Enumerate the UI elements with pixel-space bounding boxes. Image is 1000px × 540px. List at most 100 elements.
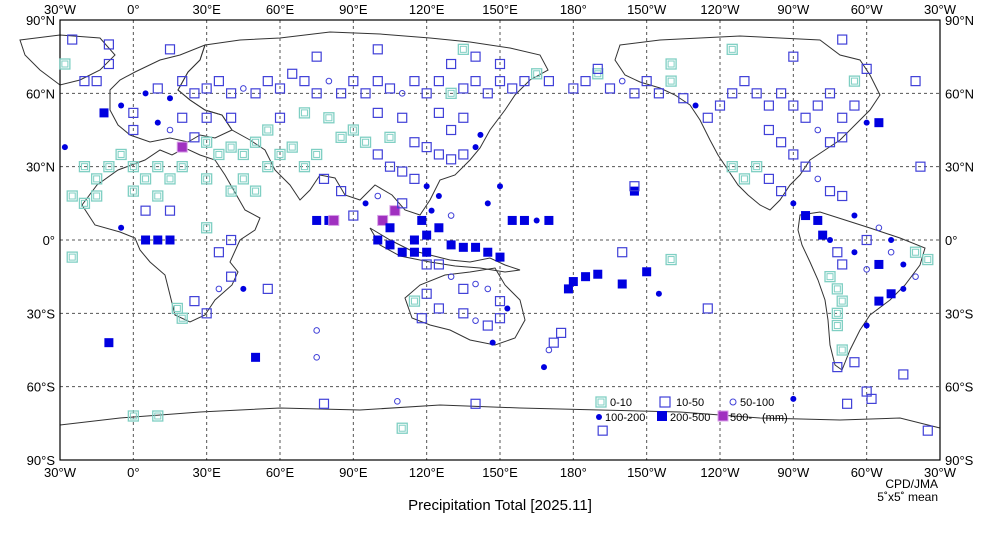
legend-cat5-label: 200-500 <box>670 412 710 424</box>
station-marker-10-50 <box>837 190 848 202</box>
legend-unit-label: (mm) <box>762 412 788 424</box>
station-marker-200-500 <box>593 269 603 279</box>
station-marker-0-10 <box>91 190 103 202</box>
top-lon-label: 30°E <box>192 2 221 17</box>
station-marker-50-100 <box>447 212 455 219</box>
station-marker-0-10 <box>311 148 323 161</box>
station-marker-0-10-inner <box>850 77 858 85</box>
legend-cat6-marker <box>717 410 729 422</box>
station-marker-200-500 <box>519 215 529 225</box>
station-marker-10-50 <box>470 76 481 87</box>
station-marker-10-50 <box>189 296 200 307</box>
left-lat-label: 90°N <box>26 13 55 28</box>
station-marker-10-50 <box>409 76 420 87</box>
station-marker-200-500 <box>801 211 811 221</box>
station-marker-10-50 <box>213 247 224 258</box>
bottom-lon-label: 90°W <box>777 465 810 480</box>
station-marker-0-10 <box>836 295 848 307</box>
station-marker-10-50 <box>177 112 188 123</box>
station-marker-50-100 <box>545 346 553 354</box>
left-lat-label: 30°N <box>26 160 55 175</box>
station-marker-200-500 <box>417 215 427 225</box>
station-marker-200-500 <box>458 242 468 252</box>
station-marker-50-100 <box>472 317 479 324</box>
station-marker-10-50 <box>507 83 518 94</box>
station-marker-100-200 <box>851 249 858 256</box>
station-marker-0-10 <box>824 271 836 283</box>
top-lon-label: 60°W <box>851 2 884 17</box>
station-marker-200-500 <box>409 247 419 257</box>
station-marker-0-10-inner <box>924 256 932 264</box>
station-marker-10-50 <box>482 320 493 331</box>
bottom-lon-label: 30°E <box>192 465 221 480</box>
left-lat-label: 0° <box>43 233 55 248</box>
station-marker-0-10 <box>115 148 127 161</box>
top-lon-label: 120°E <box>409 2 445 17</box>
left-latitude-labels: 90°N 60°N 30°N 0° 30°S 60°S 90°S <box>26 13 55 468</box>
station-marker-100-200 <box>61 144 68 151</box>
station-marker-0-10 <box>665 253 677 266</box>
station-marker-10-50 <box>299 76 310 87</box>
station-marker-200-500 <box>544 215 554 225</box>
station-marker-200-500 <box>874 259 884 269</box>
station-marker-10-50 <box>458 149 469 160</box>
station-marker-10-50 <box>470 51 481 62</box>
left-lat-label: 60°N <box>26 86 55 101</box>
station-marker-200-500 <box>422 230 432 240</box>
station-marker-200-500 <box>385 223 395 233</box>
bottom-lon-label: 150°E <box>482 465 518 480</box>
station-marker-0-10 <box>225 185 237 197</box>
station-marker-100-200 <box>435 193 442 199</box>
station-marker-100-200 <box>362 200 369 207</box>
station-marker-0-10-inner <box>667 77 675 85</box>
station-marker-200-500 <box>483 247 493 257</box>
station-marker-0-10 <box>262 124 274 136</box>
station-marker-10-50 <box>177 76 188 87</box>
station-marker-0-10-inner <box>239 175 247 183</box>
left-lat-label: 90°S <box>27 453 56 468</box>
legend-cat1-label: 0-10 <box>610 397 632 409</box>
station-marker-0-10-inner <box>833 322 841 330</box>
station-marker-50-100 <box>394 398 401 405</box>
station-marker-0-10 <box>836 344 848 356</box>
left-lat-label: 60°S <box>27 380 56 395</box>
station-marker-0-10 <box>738 173 751 185</box>
station-marker-200-500 <box>507 215 517 225</box>
station-marker-100-200 <box>541 364 547 371</box>
station-marker-10-50 <box>287 68 298 79</box>
station-marker-0-10-inner <box>667 60 675 68</box>
station-marker-10-50 <box>140 205 151 216</box>
station-marker-10-50 <box>842 398 853 409</box>
station-marker-0-10-inner <box>838 346 846 354</box>
top-lon-label: 60°E <box>266 2 295 17</box>
legend-cat3-marker <box>729 398 737 406</box>
station-marker-200-500 <box>409 235 419 245</box>
station-marker-0-10 <box>726 43 738 55</box>
right-lat-label: 90°N <box>945 13 974 28</box>
station-marker-0-10-inner <box>264 126 272 134</box>
station-marker-10-50 <box>91 76 102 87</box>
station-marker-100-200 <box>423 183 430 190</box>
left-lat-label: 30°S <box>27 306 56 321</box>
station-marker-100-200 <box>484 200 491 207</box>
station-marker-0-10-inner <box>386 133 394 141</box>
station-marker-50-100 <box>618 77 626 85</box>
station-marker-50-100 <box>814 126 822 134</box>
station-marker-50-100 <box>325 77 333 85</box>
station-marker-10-50 <box>739 76 750 87</box>
station-marker-0-10 <box>286 141 298 153</box>
station-marker-0-10 <box>909 246 922 258</box>
station-marker-10-50 <box>164 205 176 216</box>
station-marker-0-10 <box>335 131 347 143</box>
station-marker-0-10-inner <box>313 150 321 158</box>
station-marker-0-10 <box>201 222 213 234</box>
station-marker-500-plus <box>176 141 188 153</box>
station-marker-100-200 <box>489 339 496 346</box>
station-marker-100-200 <box>428 207 435 214</box>
station-marker-0-10-inner <box>728 45 736 53</box>
station-marker-0-10-inner <box>68 253 76 261</box>
station-marker-10-50 <box>548 337 559 348</box>
station-marker-0-10-inner <box>154 192 162 200</box>
station-marker-10-50 <box>702 303 713 314</box>
station-marker-100-200 <box>154 119 161 126</box>
